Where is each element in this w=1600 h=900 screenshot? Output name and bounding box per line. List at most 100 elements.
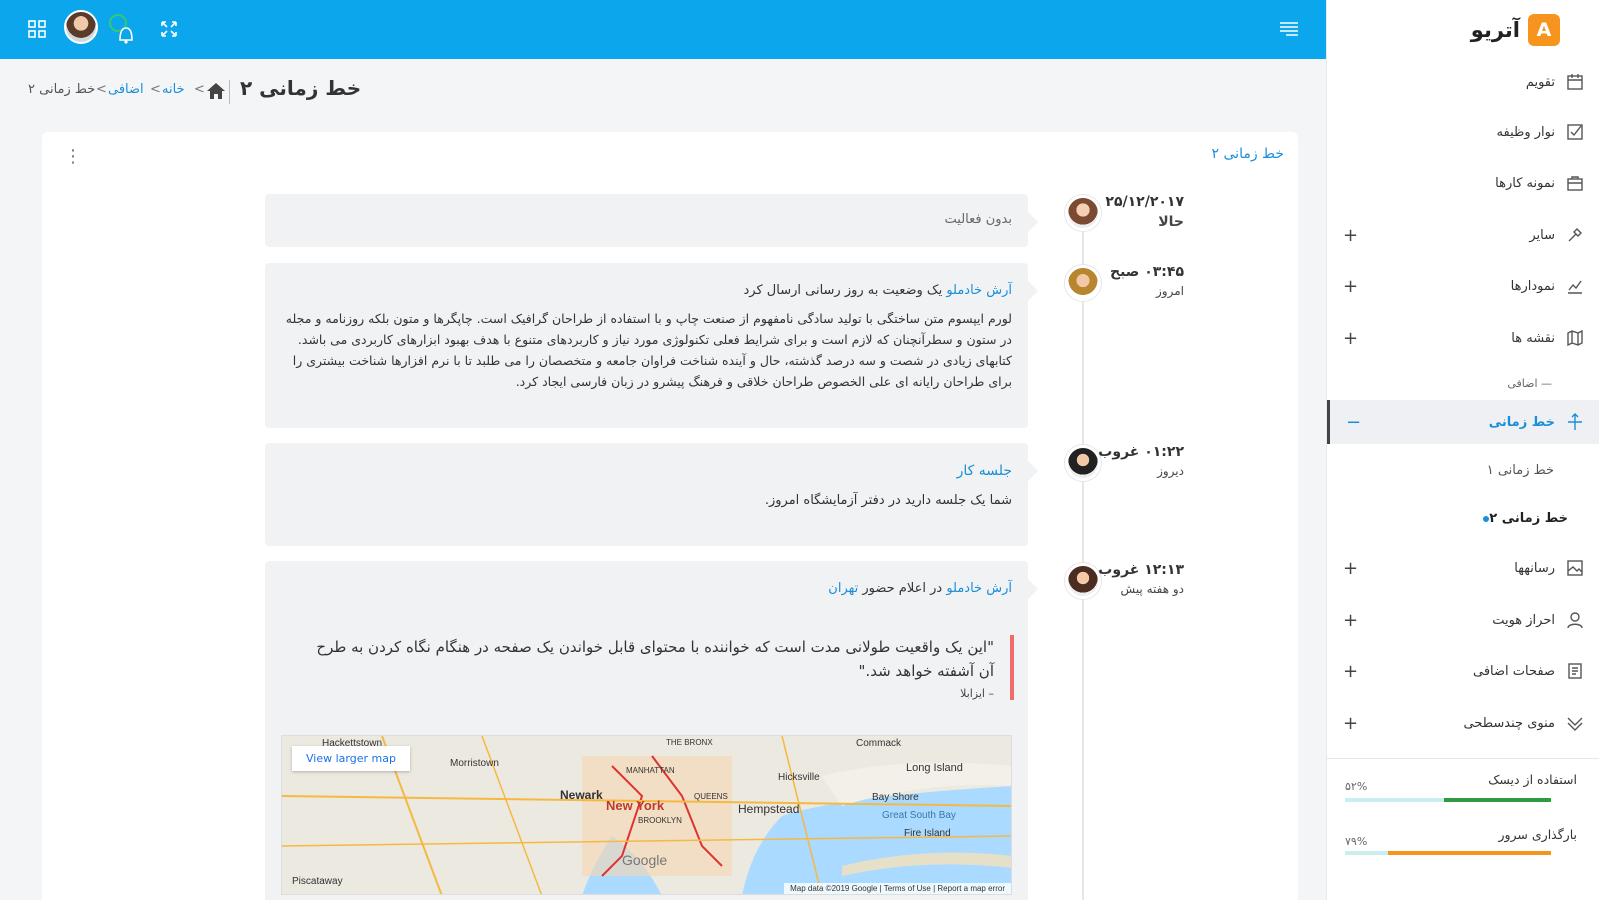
- map-label: Long Island: [906, 762, 963, 774]
- expand-plus-icon[interactable]: +: [1343, 328, 1358, 349]
- map-label: New York: [606, 798, 665, 813]
- map-label: Newark: [560, 788, 603, 802]
- disk-usage-bar: [1345, 798, 1551, 802]
- author-link[interactable]: آرش خادملو: [946, 283, 1012, 298]
- timeline-item: بدون فعالیت: [265, 194, 1038, 247]
- bell-icon[interactable]: [106, 12, 142, 48]
- expand-plus-icon[interactable]: +: [1343, 225, 1358, 246]
- apps-grid-icon[interactable]: [24, 16, 50, 42]
- sidebar-item-extra-pages[interactable]: صفحات اضافی +: [1327, 649, 1599, 693]
- google-logo: Google: [622, 852, 668, 868]
- layers-icon: [1565, 713, 1585, 733]
- map-label: Fire Island: [904, 828, 951, 839]
- breadcrumb-sep: >: [194, 82, 205, 97]
- map-footer: Map data ©2019 Google | Terms of Use | R…: [784, 883, 1011, 894]
- map-label: MANHATTAN: [626, 766, 675, 775]
- timeline-date: ۰۳:۴۵ صبح امروز: [1110, 264, 1184, 298]
- timeline-date: ۱۲:۱۳ غروب دو هفته پیش: [1098, 562, 1184, 596]
- quote-source: – ایزابلا: [960, 687, 994, 700]
- place-link[interactable]: تهران: [828, 581, 858, 596]
- home-icon[interactable]: [206, 82, 226, 100]
- breadcrumb-extra[interactable]: اضافی: [108, 82, 144, 97]
- map-label: Morristown: [450, 758, 499, 769]
- timeline-date: ۲۵/۱۲/۲۰۱۷ حالا: [1105, 194, 1184, 230]
- view-larger-map-button[interactable]: View larger map: [292, 746, 410, 771]
- checkbox-icon: [1565, 122, 1585, 142]
- sidebar-item-timeline[interactable]: خط زمانی −: [1327, 400, 1599, 444]
- timeline-card: خط زمانی ۲ ⋮ ۲۵/۱۲/۲۰۱۷ حالا بدون فعالیت…: [42, 132, 1298, 900]
- title-divider: [229, 80, 230, 104]
- user-icon: [1565, 610, 1585, 630]
- timeline-text: شما یک جلسه دارید در دفتر آزمایشگاه امرو…: [764, 493, 1012, 508]
- calendar-icon: [1565, 72, 1585, 92]
- expand-plus-icon[interactable]: +: [1343, 610, 1358, 631]
- sidebar-item-calendar[interactable]: تقویم: [1327, 60, 1599, 104]
- more-options-icon[interactable]: ⋮: [64, 148, 82, 166]
- sidebar-item-portfolio[interactable]: نمونه کارها: [1327, 161, 1599, 205]
- card-title: خط زمانی ۲: [1211, 146, 1284, 162]
- sidebar-item-maps[interactable]: نقشه ها +: [1327, 316, 1599, 360]
- author-link[interactable]: آرش خادملو: [946, 581, 1012, 596]
- avatar[interactable]: [64, 10, 98, 44]
- timeline-item: آرش خادملو یک وضعیت به روز رسانی ارسال ک…: [265, 263, 1038, 428]
- map-label: Piscataway: [292, 876, 343, 887]
- map-label: Hicksville: [778, 772, 820, 783]
- server-load-bar: [1345, 851, 1551, 855]
- chart-icon: [1565, 276, 1585, 296]
- map-label: Commack: [856, 738, 902, 749]
- sidebar-item-media[interactable]: رسانهها +: [1327, 546, 1599, 590]
- expand-plus-icon[interactable]: +: [1343, 713, 1358, 734]
- breadcrumb-sep: >: [150, 82, 161, 97]
- timeline-text: بدون فعالیت: [944, 212, 1013, 227]
- map-label: Great South Bay: [882, 810, 956, 821]
- server-load-stat: بارگذاری سرور ۷۹%: [1345, 827, 1577, 855]
- avatar: [1065, 563, 1101, 599]
- map-label: QUEENS: [694, 792, 728, 801]
- disk-usage-fill: [1443, 798, 1551, 802]
- expand-plus-icon[interactable]: +: [1343, 276, 1358, 297]
- breadcrumb-home[interactable]: خانه: [162, 82, 185, 97]
- tool-icon: [1565, 225, 1585, 245]
- map-icon: [1565, 328, 1585, 348]
- map-label: Bay Shore: [872, 792, 919, 803]
- timeline-heading: آرش خادملو یک وضعیت به روز رسانی ارسال ک…: [743, 283, 1012, 298]
- image-icon: [1565, 558, 1585, 578]
- logo-text: آتریو: [1470, 18, 1520, 42]
- map-embed[interactable]: View larger map Hackettstown Morristown …: [281, 735, 1012, 895]
- collapse-minus-icon[interactable]: −: [1346, 412, 1361, 433]
- pages-icon: [1565, 661, 1585, 681]
- map-label: Hackettstown: [322, 738, 383, 749]
- sidebar-item-multilevel[interactable]: منوی چندسطحی +: [1327, 701, 1599, 745]
- logo-mark: A: [1528, 14, 1560, 46]
- timeline-line: [1082, 212, 1084, 900]
- expand-icon[interactable]: [156, 16, 182, 42]
- expand-plus-icon[interactable]: +: [1343, 661, 1358, 682]
- map-label: BROOKLYN: [638, 816, 682, 825]
- sidebar-item-other[interactable]: سایر +: [1327, 213, 1599, 257]
- expand-plus-icon[interactable]: +: [1343, 558, 1358, 579]
- sidebar-item-taskbar[interactable]: نوار وظیفه: [1327, 110, 1599, 154]
- avatar: [1065, 265, 1101, 301]
- menu-icon[interactable]: [1276, 16, 1302, 42]
- divider: [1327, 758, 1599, 759]
- map-label: Hempstead: [738, 802, 800, 816]
- logo[interactable]: A آتریو: [1471, 14, 1560, 46]
- sidebar-subitem-timeline-1[interactable]: خط زمانی ۱: [1487, 463, 1554, 478]
- quote-text: "این یک واقعیت طولانی مدت است که خواننده…: [316, 638, 994, 680]
- timeline-heading: آرش خادملو در اعلام حضور تهران: [828, 581, 1012, 596]
- timeline-title[interactable]: جلسه کار: [281, 463, 1012, 479]
- avatar: [1065, 195, 1101, 231]
- page-title: خط زمانی ۲: [240, 76, 362, 100]
- breadcrumb-current: خط زمانی ۲: [28, 82, 96, 97]
- server-load-fill: [1388, 851, 1551, 855]
- timeline-paragraph: لورم ایپسوم متن ساختگی با تولید سادگی نا…: [285, 311, 1012, 389]
- blockquote: "این یک واقعیت طولانی مدت است که خواننده…: [310, 635, 1014, 700]
- sidebar-item-auth[interactable]: احراز هویت +: [1327, 598, 1599, 642]
- sidebar-subitem-timeline-2[interactable]: خط زمانی ۲: [1477, 511, 1568, 526]
- breadcrumb-sep: >: [96, 82, 107, 97]
- avatar: [1065, 445, 1101, 481]
- disk-usage-stat: استفاده از دیسک ۵۲%: [1345, 772, 1577, 802]
- top-bar: [0, 0, 1326, 59]
- sidebar: A آتریو تقویم نوار وظیفه نمونه کارها سای…: [1326, 0, 1600, 900]
- sidebar-item-charts[interactable]: نمودارها +: [1327, 264, 1599, 308]
